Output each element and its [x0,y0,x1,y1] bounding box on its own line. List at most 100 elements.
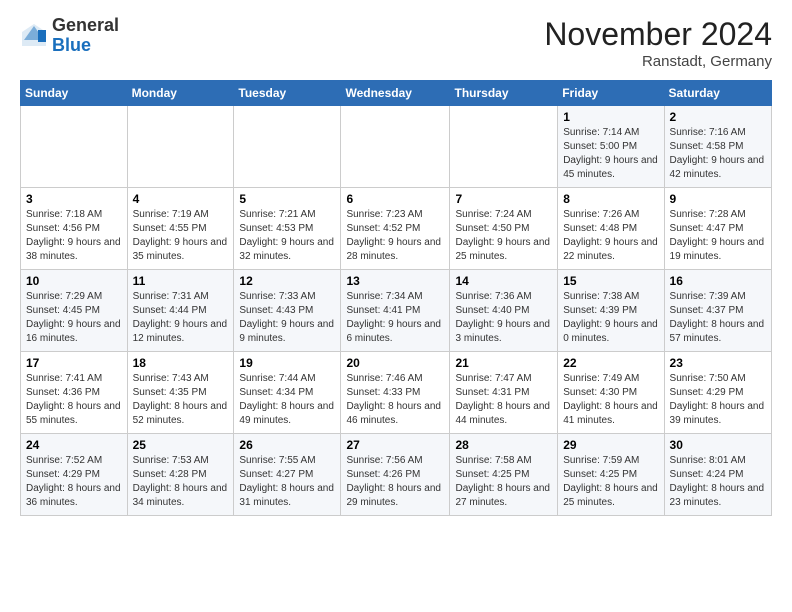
day-info: Sunrise: 7:21 AMSunset: 4:53 PMDaylight:… [239,208,335,264]
calendar-cell: 12Sunrise: 7:33 AMSunset: 4:43 PMDayligh… [234,270,341,352]
day-info: Sunrise: 7:19 AMSunset: 4:55 PMDaylight:… [133,208,229,264]
calendar-cell: 17 Sunrise: 7:41 AMSunset: 4:36 PMDayligh… [21,352,128,434]
day-info: Sunrise: 7:31 AMSunset: 4:44 PMDaylight:… [133,290,229,346]
day-number: 4 [133,192,229,206]
calendar-cell: 14 Sunrise: 7:36 AMSunset: 4:40 PMDayligh… [450,270,558,352]
calendar-cell: 3 Sunrise: 7:18 AMSunset: 4:56 PMDaylight… [21,188,128,270]
weekday-header-thursday: Thursday [450,81,558,106]
day-number: 26 [239,438,335,452]
calendar-cell: 29 Sunrise: 7:59 AMSunset: 4:25 PMDayligh… [558,434,664,516]
day-info: Sunrise: 8:01 AMSunset: 4:24 PMDaylight:… [670,454,766,510]
calendar-cell: 5Sunrise: 7:21 AMSunset: 4:53 PMDaylight… [234,188,341,270]
day-info: Sunrise: 7:49 AMSunset: 4:30 PMDaylight:… [563,372,658,428]
calendar-cell: 27Sunrise: 7:56 AMSunset: 4:26 PMDayligh… [341,434,450,516]
day-number: 17 [26,356,122,370]
day-info: Sunrise: 7:47 AMSunset: 4:31 PMDaylight:… [455,372,552,428]
calendar-cell: 4 Sunrise: 7:19 AMSunset: 4:55 PMDaylight… [127,188,234,270]
calendar-header: SundayMondayTuesdayWednesdayThursdayFrid… [21,81,772,106]
day-info: Sunrise: 7:46 AMSunset: 4:33 PMDaylight:… [346,372,444,428]
calendar-cell: 6Sunrise: 7:23 AMSunset: 4:52 PMDaylight… [341,188,450,270]
month-title: November 2024 [544,16,772,53]
day-info: Sunrise: 7:53 AMSunset: 4:28 PMDaylight:… [133,454,229,510]
calendar-week-1: 3 Sunrise: 7:18 AMSunset: 4:56 PMDaylight… [21,188,772,270]
day-number: 10 [26,274,122,288]
day-info: Sunrise: 7:58 AMSunset: 4:25 PMDaylight:… [455,454,552,510]
day-info: Sunrise: 7:44 AMSunset: 4:34 PMDaylight:… [239,372,335,428]
logo: General Blue [20,16,119,56]
day-info: Sunrise: 7:14 AMSunset: 5:00 PMDaylight:… [563,126,658,182]
calendar-cell [450,106,558,188]
calendar-cell: 30 Sunrise: 8:01 AMSunset: 4:24 PMDayligh… [664,434,771,516]
calendar-week-3: 17 Sunrise: 7:41 AMSunset: 4:36 PMDayligh… [21,352,772,434]
calendar-cell: 20 Sunrise: 7:46 AMSunset: 4:33 PMDayligh… [341,352,450,434]
calendar-cell: 24Sunrise: 7:52 AMSunset: 4:29 PMDayligh… [21,434,128,516]
day-number: 23 [670,356,766,370]
calendar-cell: 11 Sunrise: 7:31 AMSunset: 4:44 PMDayligh… [127,270,234,352]
calendar-cell: 21 Sunrise: 7:47 AMSunset: 4:31 PMDayligh… [450,352,558,434]
day-info: Sunrise: 7:39 AMSunset: 4:37 PMDaylight:… [670,290,766,346]
day-number: 16 [670,274,766,288]
calendar-cell [234,106,341,188]
day-info: Sunrise: 7:56 AMSunset: 4:26 PMDaylight:… [346,454,444,510]
calendar-cell: 18 Sunrise: 7:43 AMSunset: 4:35 PMDayligh… [127,352,234,434]
weekday-header-sunday: Sunday [21,81,128,106]
day-info: Sunrise: 7:29 AMSunset: 4:45 PMDaylight:… [26,290,122,346]
day-number: 14 [455,274,552,288]
calendar-cell [21,106,128,188]
day-info: Sunrise: 7:59 AMSunset: 4:25 PMDaylight:… [563,454,658,510]
day-info: Sunrise: 7:18 AMSunset: 4:56 PMDaylight:… [26,208,122,264]
calendar-cell: 9 Sunrise: 7:28 AMSunset: 4:47 PMDaylight… [664,188,771,270]
day-number: 15 [563,274,658,288]
day-info: Sunrise: 7:38 AMSunset: 4:39 PMDaylight:… [563,290,658,346]
calendar-cell [341,106,450,188]
day-number: 1 [563,110,658,124]
header: General Blue November 2024 Ranstadt, Ger… [20,16,772,70]
calendar-cell: 19Sunrise: 7:44 AMSunset: 4:34 PMDayligh… [234,352,341,434]
day-info: Sunrise: 7:23 AMSunset: 4:52 PMDaylight:… [346,208,444,264]
calendar-cell: 10 Sunrise: 7:29 AMSunset: 4:45 PMDayligh… [21,270,128,352]
day-info: Sunrise: 7:34 AMSunset: 4:41 PMDaylight:… [346,290,444,346]
weekday-header-wednesday: Wednesday [341,81,450,106]
day-number: 9 [670,192,766,206]
day-number: 28 [455,438,552,452]
day-info: Sunrise: 7:16 AMSunset: 4:58 PMDaylight:… [670,126,766,182]
calendar-cell: 22 Sunrise: 7:49 AMSunset: 4:30 PMDayligh… [558,352,664,434]
day-info: Sunrise: 7:43 AMSunset: 4:35 PMDaylight:… [133,372,229,428]
day-info: Sunrise: 7:28 AMSunset: 4:47 PMDaylight:… [670,208,766,264]
day-info: Sunrise: 7:55 AMSunset: 4:27 PMDaylight:… [239,454,335,510]
weekday-header-monday: Monday [127,81,234,106]
calendar-cell: 25 Sunrise: 7:53 AMSunset: 4:28 PMDayligh… [127,434,234,516]
calendar-week-2: 10 Sunrise: 7:29 AMSunset: 4:45 PMDayligh… [21,270,772,352]
day-number: 12 [239,274,335,288]
weekday-row: SundayMondayTuesdayWednesdayThursdayFrid… [21,81,772,106]
title-block: November 2024 Ranstadt, Germany [544,16,772,70]
day-number: 25 [133,438,229,452]
day-number: 21 [455,356,552,370]
calendar-cell: 28 Sunrise: 7:58 AMSunset: 4:25 PMDayligh… [450,434,558,516]
day-number: 7 [455,192,552,206]
day-number: 3 [26,192,122,206]
day-number: 18 [133,356,229,370]
day-info: Sunrise: 7:36 AMSunset: 4:40 PMDaylight:… [455,290,552,346]
day-info: Sunrise: 7:52 AMSunset: 4:29 PMDaylight:… [26,454,122,510]
day-number: 20 [346,356,444,370]
day-number: 11 [133,274,229,288]
calendar-cell: 15 Sunrise: 7:38 AMSunset: 4:39 PMDayligh… [558,270,664,352]
calendar: SundayMondayTuesdayWednesdayThursdayFrid… [20,80,772,516]
logo-general: General [52,15,119,35]
logo-text: General Blue [52,16,119,56]
logo-blue: Blue [52,35,91,55]
weekday-header-friday: Friday [558,81,664,106]
calendar-cell: 26 Sunrise: 7:55 AMSunset: 4:27 PMDayligh… [234,434,341,516]
calendar-cell: 7Sunrise: 7:24 AMSunset: 4:50 PMDaylight… [450,188,558,270]
day-number: 22 [563,356,658,370]
calendar-cell [127,106,234,188]
day-info: Sunrise: 7:26 AMSunset: 4:48 PMDaylight:… [563,208,658,264]
day-number: 2 [670,110,766,124]
calendar-body: 1 Sunrise: 7:14 AMSunset: 5:00 PMDaylight… [21,106,772,516]
day-number: 29 [563,438,658,452]
day-info: Sunrise: 7:41 AMSunset: 4:36 PMDaylight:… [26,372,122,428]
weekday-header-saturday: Saturday [664,81,771,106]
day-number: 30 [670,438,766,452]
calendar-cell: 23Sunrise: 7:50 AMSunset: 4:29 PMDayligh… [664,352,771,434]
